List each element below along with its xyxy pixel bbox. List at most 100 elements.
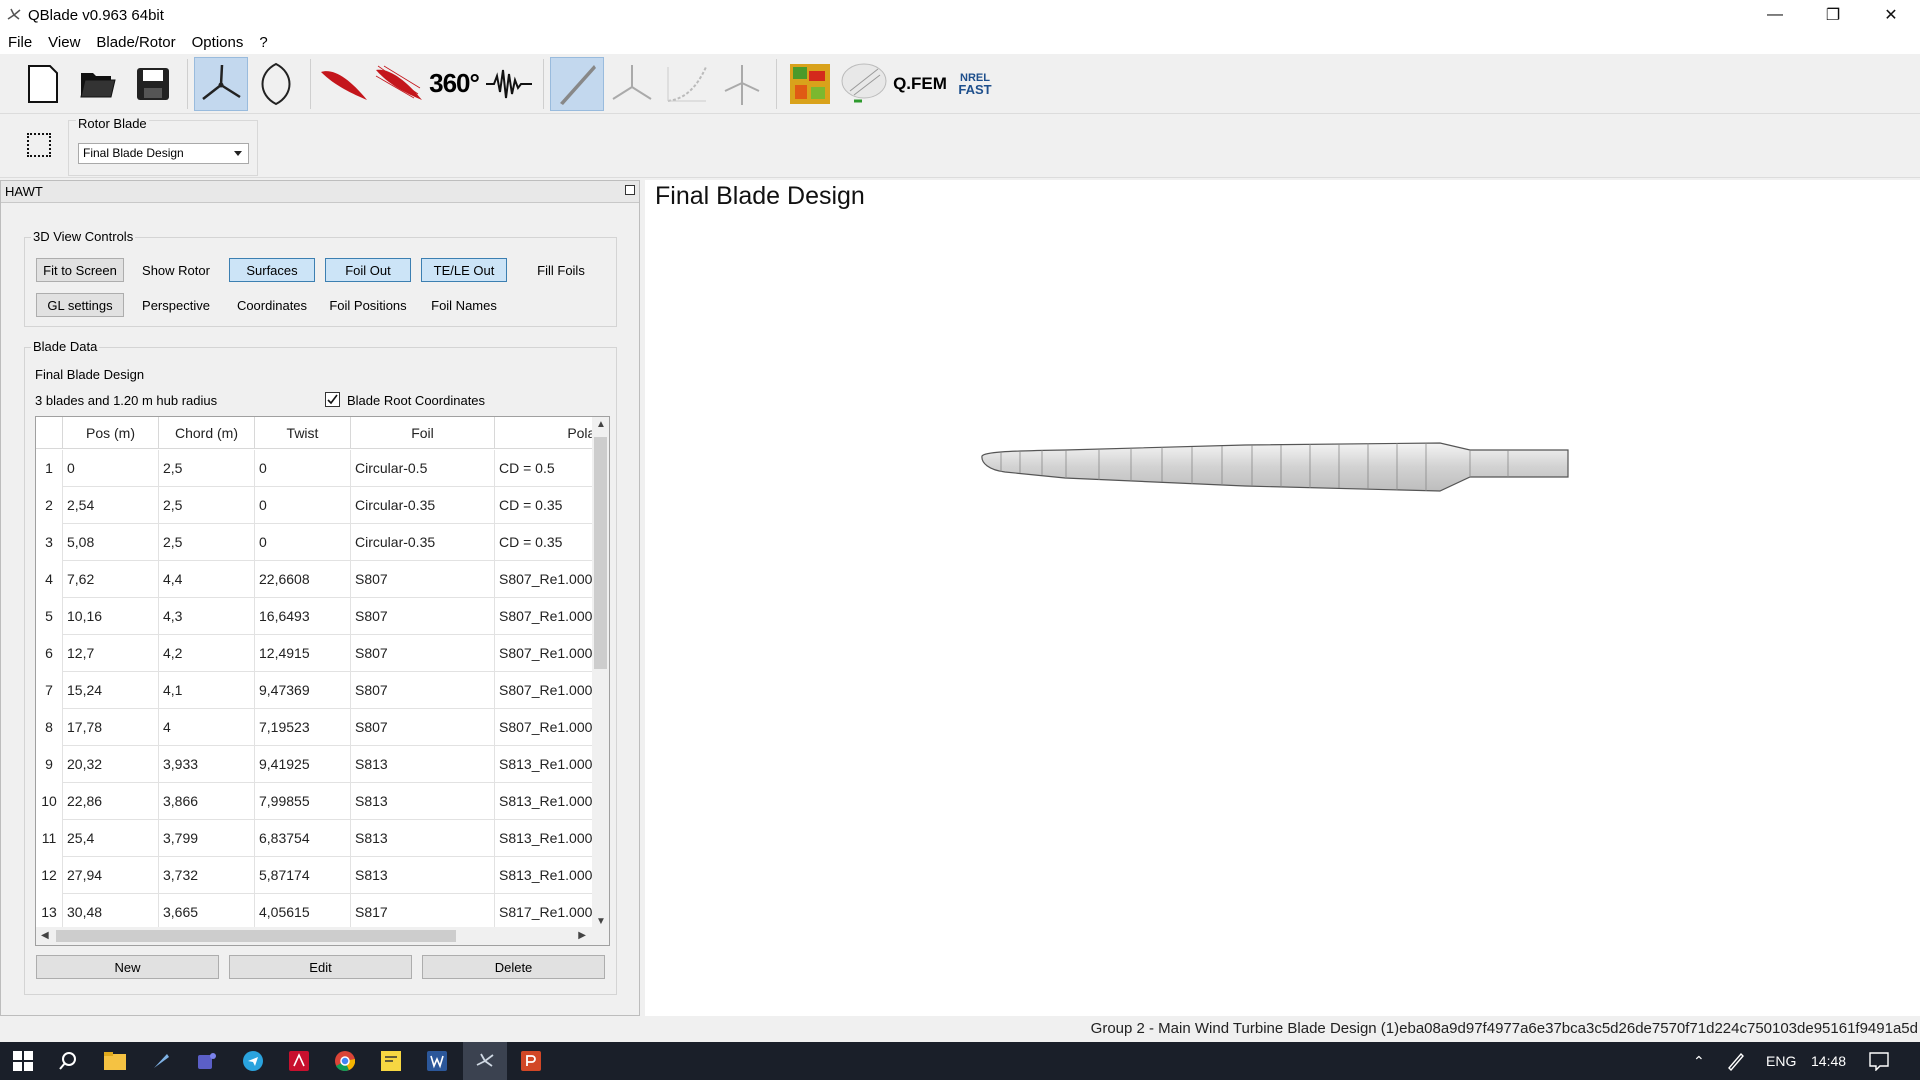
cell-foil[interactable]: S807 — [351, 561, 495, 598]
cell-chord[interactable]: 3,866 — [159, 783, 255, 820]
acrobat-icon[interactable] — [286, 1048, 312, 1074]
foil-names-toggle[interactable]: Foil Names — [421, 293, 507, 317]
cell-polar[interactable]: S807_Re1.000 — [495, 709, 605, 746]
cell-polar[interactable]: S807_Re1.000 — [495, 598, 605, 635]
multi-parameter-sim-button[interactable] — [660, 57, 714, 111]
rotor-blade-select[interactable]: Final Blade Design — [78, 143, 249, 164]
word-icon[interactable] — [424, 1048, 450, 1074]
gl-settings-button[interactable]: GL settings — [36, 293, 124, 317]
cell-chord[interactable]: 4,1 — [159, 672, 255, 709]
cell-twist[interactable]: 0 — [255, 524, 351, 561]
cell-pos[interactable]: 10,16 — [63, 598, 159, 635]
cell-polar[interactable]: S813_Re1.000 — [495, 820, 605, 857]
cell-twist[interactable]: 22,6608 — [255, 561, 351, 598]
col-header-twist[interactable]: Twist — [255, 417, 351, 449]
table-row[interactable]: 7 15,24 4,1 9,47369 S807 S807_Re1.000 — [36, 672, 609, 709]
file-explorer-icon[interactable] — [102, 1048, 128, 1074]
save-button[interactable] — [126, 57, 180, 111]
col-header-chord[interactable]: Chord (m) — [159, 417, 255, 449]
cell-pos[interactable]: 20,32 — [63, 746, 159, 783]
nrel-fast-button[interactable]: NREL FAST — [948, 57, 1002, 111]
vertical-scroll-thumb[interactable] — [594, 437, 607, 669]
table-row[interactable]: 11 25,4 3,799 6,83754 S813 S813_Re1.000 — [36, 820, 609, 857]
cell-chord[interactable]: 2,5 — [159, 524, 255, 561]
float-window-icon[interactable] — [625, 185, 635, 195]
cell-foil[interactable]: S807 — [351, 709, 495, 746]
cell-twist[interactable]: 0 — [255, 487, 351, 524]
cell-chord[interactable]: 4,3 — [159, 598, 255, 635]
table-row[interactable]: 5 10,16 4,3 16,6493 S807 S807_Re1.000 — [36, 598, 609, 635]
airfoil-design-button[interactable] — [317, 57, 371, 111]
cell-chord[interactable]: 3,665 — [159, 894, 255, 931]
cell-twist[interactable]: 4,05615 — [255, 894, 351, 931]
cell-foil[interactable]: S813 — [351, 746, 495, 783]
cell-pos[interactable]: 17,78 — [63, 709, 159, 746]
scroll-down-icon[interactable]: ▼ — [596, 916, 606, 927]
root-coords-checkbox[interactable] — [325, 392, 340, 407]
cell-twist[interactable]: 7,99855 — [255, 783, 351, 820]
cell-foil[interactable]: S813 — [351, 783, 495, 820]
cell-twist[interactable]: 5,87174 — [255, 857, 351, 894]
cell-polar[interactable]: S817_Re1.000 — [495, 894, 605, 931]
blade-design-button[interactable] — [550, 56, 604, 111]
horizontal-scrollbar[interactable]: ◀ ▶ — [36, 927, 609, 945]
table-row[interactable]: 13 30,48 3,665 4,05615 S817 S817_Re1.000 — [36, 894, 609, 931]
scroll-left-icon[interactable]: ◀ — [41, 930, 49, 941]
clock[interactable]: 14:48 — [1811, 1042, 1846, 1080]
cell-twist[interactable]: 0 — [255, 450, 351, 487]
foil-out-toggle[interactable]: Foil Out — [325, 258, 411, 282]
turbine-definition-button[interactable] — [715, 57, 769, 111]
horizontal-scroll-thumb[interactable] — [56, 930, 456, 942]
cell-foil[interactable]: Circular-0.35 — [351, 487, 495, 524]
cell-pos[interactable]: 0 — [63, 450, 159, 487]
table-row[interactable]: 9 20,32 3,933 9,41925 S813 S813_Re1.000 — [36, 746, 609, 783]
cell-polar[interactable]: S807_Re1.000 — [495, 672, 605, 709]
cell-pos[interactable]: 22,86 — [63, 783, 159, 820]
cell-pos[interactable]: 7,62 — [63, 561, 159, 598]
perspective-toggle[interactable]: Perspective — [132, 293, 220, 317]
fit-to-screen-button[interactable]: Fit to Screen — [36, 258, 124, 282]
cell-chord[interactable]: 3,732 — [159, 857, 255, 894]
cell-polar[interactable]: CD = 0.35 — [495, 524, 605, 561]
table-row[interactable]: 2 2,54 2,5 0 Circular-0.35 CD = 0.35 — [36, 487, 609, 524]
fill-foils-toggle[interactable]: Fill Foils — [517, 258, 605, 282]
language-indicator[interactable]: ENG — [1766, 1042, 1796, 1080]
cell-twist[interactable]: 16,6493 — [255, 598, 351, 635]
cell-pos[interactable]: 30,48 — [63, 894, 159, 931]
show-rotor-toggle[interactable]: Show Rotor — [132, 258, 220, 282]
app-blue-feather-icon[interactable] — [148, 1048, 174, 1074]
col-header-pos[interactable]: Pos (m) — [63, 417, 159, 449]
qfem-module-button[interactable]: Q.FEM — [893, 57, 947, 111]
cell-twist[interactable]: 9,47369 — [255, 672, 351, 709]
table-row[interactable]: 3 5,08 2,5 0 Circular-0.35 CD = 0.35 — [36, 524, 609, 561]
cell-foil[interactable]: Circular-0.35 — [351, 524, 495, 561]
rotor-simulation-button[interactable] — [605, 57, 659, 111]
cell-foil[interactable]: S813 — [351, 820, 495, 857]
cell-chord[interactable]: 2,5 — [159, 450, 255, 487]
cell-polar[interactable]: S807_Re1.000 — [495, 561, 605, 598]
table-row[interactable]: 8 17,78 4 7,19523 S807 S807_Re1.000 — [36, 709, 609, 746]
cell-polar[interactable]: CD = 0.5 — [495, 450, 605, 487]
cell-chord[interactable]: 4,2 — [159, 635, 255, 672]
telegram-icon[interactable] — [240, 1048, 266, 1074]
cell-chord[interactable]: 2,5 — [159, 487, 255, 524]
cell-twist[interactable]: 6,83754 — [255, 820, 351, 857]
cell-pos[interactable]: 5,08 — [63, 524, 159, 561]
menu-blade-rotor[interactable]: Blade/Rotor — [88, 34, 183, 51]
table-row[interactable]: 102,50Circular-0.5CD = 0.53 — [36, 450, 609, 487]
surfaces-toggle[interactable]: Surfaces — [229, 258, 315, 282]
blade-data-table[interactable]: Pos (m) Chord (m) Twist Foil Polar 1 0 2,5… — [35, 416, 610, 946]
cell-twist[interactable]: 9,41925 — [255, 746, 351, 783]
cell-twist[interactable]: 12,4915 — [255, 635, 351, 672]
vertical-scrollbar[interactable]: ▲ ▼ — [592, 417, 609, 929]
cell-pos[interactable]: 12,7 — [63, 635, 159, 672]
cell-foil[interactable]: S817 — [351, 894, 495, 931]
col-header-polar[interactable]: Polar — [495, 417, 605, 449]
windows-start-icon[interactable] — [10, 1048, 36, 1074]
cell-polar[interactable]: S813_Re1.000 — [495, 746, 605, 783]
turbulent-windfield-button[interactable] — [482, 57, 536, 111]
edit-blade-button[interactable]: Edit — [229, 955, 412, 979]
cell-foil[interactable]: S813 — [351, 857, 495, 894]
notifications-icon[interactable] — [1866, 1048, 1892, 1074]
cell-pos[interactable]: 27,94 — [63, 857, 159, 894]
